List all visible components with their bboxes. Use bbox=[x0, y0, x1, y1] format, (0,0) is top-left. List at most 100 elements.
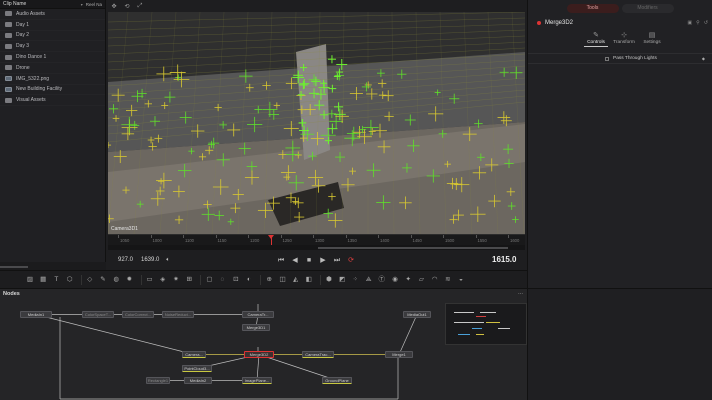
polygon-tool-icon[interactable]: ◇ bbox=[86, 276, 94, 284]
matte-tool-icon[interactable]: ◧ bbox=[305, 276, 313, 284]
shape3d-tool-icon[interactable]: ◈ bbox=[159, 276, 167, 284]
bender-tool-icon[interactable]: ◠ bbox=[431, 276, 439, 284]
media-pool-item[interactable]: IMG_5322.png bbox=[0, 74, 105, 85]
play-icon[interactable]: ▶ bbox=[318, 256, 328, 265]
renderer-tool-icon[interactable]: ⊞ bbox=[185, 276, 193, 284]
loop-icon[interactable]: ⟳ bbox=[346, 256, 356, 265]
node-colorspace[interactable]: ColorSpaceT... bbox=[82, 311, 114, 318]
fbx-tool-icon[interactable]: ⟁ bbox=[365, 276, 373, 284]
timeline-ruler[interactable]: 1050 1000 1100 1150 1200 1250 1300 1350 1400 1450… bbox=[108, 234, 525, 246]
particle-tool-icon[interactable]: ✹ bbox=[125, 276, 133, 284]
ruler-tick-label: 1450 bbox=[412, 238, 422, 243]
rotate-tool-icon[interactable]: ⟲ bbox=[123, 3, 131, 10]
folder-icon bbox=[5, 54, 12, 60]
scrub-bar[interactable] bbox=[108, 245, 525, 250]
media-pool-item[interactable]: Drone bbox=[0, 63, 105, 74]
node-merge3d2[interactable]: Merge3D2 bbox=[244, 351, 274, 358]
colorcorrect-tool-icon[interactable]: ◐ bbox=[245, 276, 253, 284]
ruler-tick-label: 1150 bbox=[217, 238, 227, 243]
stop-icon[interactable]: ■ bbox=[304, 256, 314, 265]
node-mediaout1[interactable]: MediaOut1 bbox=[403, 311, 431, 318]
node-merge1[interactable]: Merge1 bbox=[385, 351, 413, 358]
ruler-tick bbox=[118, 235, 119, 238]
light-tool-icon[interactable]: ✷ bbox=[172, 276, 180, 284]
point-cloud-tool-icon[interactable]: ⁘ bbox=[351, 276, 359, 284]
tab-controls[interactable]: ✎ Controls bbox=[584, 31, 608, 47]
lock-icon[interactable]: ▣ bbox=[687, 20, 692, 26]
go-to-end-icon[interactable]: ⏭︎ bbox=[332, 256, 342, 265]
text-tool-icon[interactable]: T bbox=[52, 276, 60, 284]
node-camera3d[interactable]: Camera... bbox=[182, 351, 206, 358]
clip-name-column-header[interactable]: Clip Name bbox=[3, 1, 26, 7]
panel-resize-grip[interactable] bbox=[0, 266, 28, 268]
tab-transform[interactable]: ⊹ Transform bbox=[612, 31, 636, 47]
media-pool-item[interactable]: Day 1 bbox=[0, 20, 105, 31]
media-pool-item-label: IMG_5322.png bbox=[16, 75, 50, 82]
keyer-tool-icon[interactable]: ◭ bbox=[292, 276, 300, 284]
media-pool-item[interactable]: New Building Facility bbox=[0, 85, 105, 96]
transform-tool-icon[interactable]: ⊡ bbox=[232, 276, 240, 284]
spotlight-tool-icon[interactable]: ✦ bbox=[404, 276, 412, 284]
ruler-tick bbox=[443, 235, 444, 238]
node-colorcorr[interactable]: ColorCorrect... bbox=[122, 311, 154, 318]
media-pool-item[interactable]: Day 3 bbox=[0, 41, 105, 53]
reset-icon[interactable]: ↺ bbox=[704, 20, 708, 26]
text3d-tool-icon[interactable]: Ⓣ bbox=[378, 276, 386, 284]
paint-tool-icon[interactable]: ▦ bbox=[39, 276, 47, 284]
bspline-tool-icon[interactable]: ✎ bbox=[99, 276, 107, 284]
camera-tool-icon[interactable]: ▭ bbox=[146, 276, 154, 284]
tab-modifiers[interactable]: Modifiers bbox=[621, 4, 674, 13]
go-to-start-icon[interactable]: ⏮︎ bbox=[276, 256, 286, 265]
ruler-tick bbox=[410, 235, 412, 238]
keyframe-diamond-icon[interactable]: ◆ bbox=[702, 56, 705, 61]
image-plane-tool-icon[interactable]: ◩ bbox=[338, 276, 346, 284]
node-rectangle[interactable]: Rectangle1 bbox=[146, 377, 170, 384]
ground-tool-icon[interactable]: ▱ bbox=[417, 276, 425, 284]
tab-tools[interactable]: Tools bbox=[566, 4, 619, 13]
node-navigator-minimap[interactable] bbox=[445, 303, 527, 345]
pin-icon[interactable]: ⚲ bbox=[696, 20, 700, 26]
media-pool-item[interactable]: Dino Dance 1 bbox=[0, 52, 105, 63]
sort-arrow-icon[interactable]: ▾ bbox=[81, 2, 83, 7]
tab-settings[interactable]: ▤ Settings bbox=[640, 31, 664, 47]
node-noisereduce[interactable]: NoiseReduct... bbox=[162, 311, 194, 318]
viewer-image[interactable]: Camera3D1 bbox=[108, 12, 525, 234]
background-tool-icon[interactable]: ▨ bbox=[26, 276, 34, 284]
merge-tool-icon[interactable]: ⬡ bbox=[66, 276, 74, 284]
node-mediain1[interactable]: MediaIn1 bbox=[20, 311, 52, 318]
blur-tool-icon[interactable]: ◌ bbox=[219, 276, 227, 284]
move-tool-icon[interactable]: ✥ bbox=[110, 3, 118, 10]
displace-tool-icon[interactable]: ≋ bbox=[444, 276, 452, 284]
shadow-tool-icon[interactable]: ◒ bbox=[457, 276, 465, 284]
pass-through-lights-checkbox[interactable] bbox=[605, 56, 609, 61]
media-pool-item[interactable]: Day 2 bbox=[0, 31, 105, 42]
timecode-in[interactable]: 927.0 bbox=[118, 257, 133, 263]
inspector-node-name: Merge3D2 bbox=[545, 20, 574, 26]
node-groundplane[interactable]: GroundPlane bbox=[322, 377, 352, 384]
node-color-dot[interactable] bbox=[537, 21, 541, 25]
camera3d-tool-icon[interactable]: ◉ bbox=[391, 276, 399, 284]
3d-merge-tool-icon[interactable]: ⬢ bbox=[325, 276, 333, 284]
node-cameratr1[interactable]: CameraTr... bbox=[242, 311, 274, 318]
timecode-current[interactable]: 1615.0 bbox=[492, 255, 516, 264]
node-pointcloud[interactable]: PointCloud3... bbox=[182, 365, 212, 372]
media-pool-item[interactable]: Audio Assets bbox=[0, 9, 105, 20]
speaker-icon[interactable]: 🔈︎ bbox=[163, 256, 173, 265]
rectangle-tool-icon[interactable]: ▢ bbox=[205, 276, 213, 284]
planar-tool-icon[interactable]: ◫ bbox=[278, 276, 286, 284]
tracker-tool-icon[interactable]: ⊕ bbox=[265, 276, 273, 284]
node-imageplane[interactable]: ImagePlane... bbox=[242, 377, 272, 384]
ellipse-tool-icon[interactable]: ◍ bbox=[112, 276, 120, 284]
expand-icon[interactable]: ⤢ bbox=[136, 3, 144, 10]
node-mediain2[interactable]: MediaIn2 bbox=[184, 377, 212, 384]
reel-name-column-header[interactable]: Reel Na bbox=[86, 2, 102, 7]
play-reverse-icon[interactable]: ◀ bbox=[290, 256, 300, 265]
pass-through-lights-row: Pass Through Lights ◆ bbox=[528, 53, 712, 64]
node-merge3d1[interactable]: Merge3D1 bbox=[242, 324, 270, 331]
node-wire bbox=[398, 314, 418, 355]
node-editor-panel[interactable]: Nodes ... MediaIn1 ColorSpaceT... ColorCor… bbox=[0, 288, 527, 400]
media-pool-item[interactable]: Visual Assets bbox=[0, 95, 105, 107]
ruler-tick-label: 1000 bbox=[152, 238, 162, 243]
node-cameratr2[interactable]: CameraTrac... bbox=[302, 351, 334, 358]
timecode-duration[interactable]: 1639.0 bbox=[141, 257, 159, 263]
